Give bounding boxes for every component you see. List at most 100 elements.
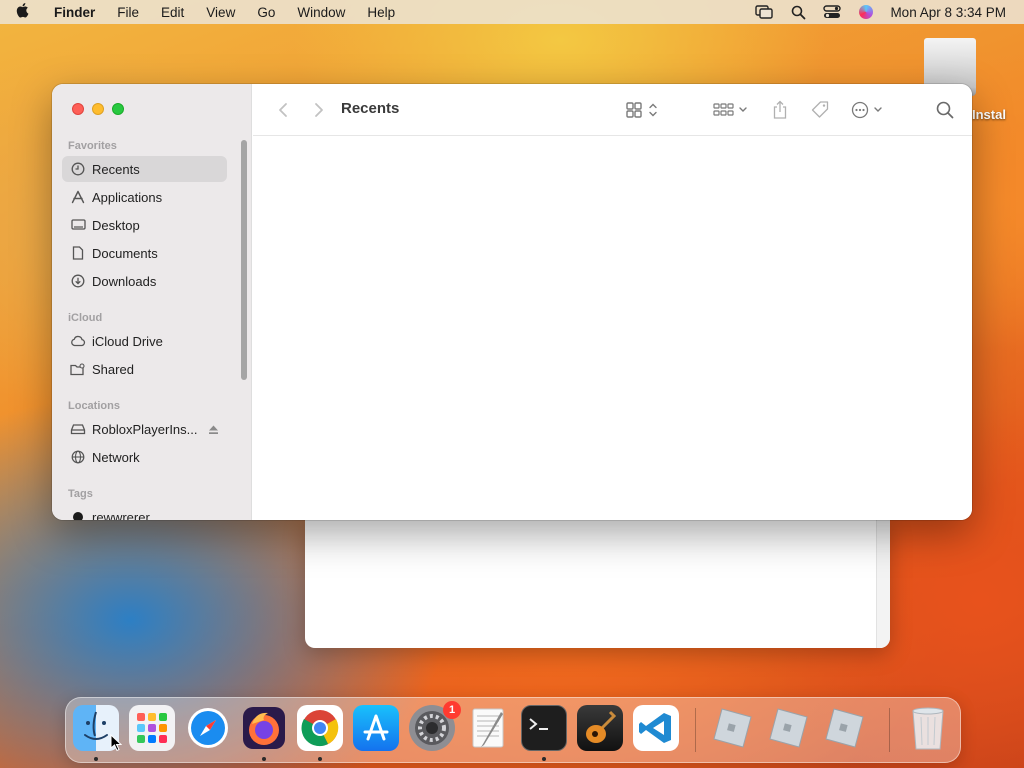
sidebar-item-recents[interactable]: Recents [62, 156, 227, 182]
zoom-button[interactable] [112, 103, 124, 115]
dock-textedit-icon[interactable] [465, 705, 511, 751]
view-mode-button[interactable] [623, 98, 663, 122]
sidebar-section-favorites: Favorites [68, 140, 117, 152]
tags-button[interactable] [807, 98, 833, 122]
dock-system-settings-icon[interactable]: 1 [409, 701, 461, 751]
share-button[interactable] [767, 98, 793, 122]
sidebar-section-icloud: iCloud [68, 312, 103, 324]
minimize-button[interactable] [92, 103, 104, 115]
sidebar-section-tags: Tags [68, 488, 93, 500]
sidebar-section-locations: Locations [68, 400, 120, 412]
tag-icon [811, 101, 829, 118]
menu-help[interactable]: Help [367, 5, 395, 20]
ellipsis-circle-icon [851, 101, 882, 119]
clock-icon [70, 161, 86, 177]
icon-grid-view-icon [626, 102, 657, 118]
sidebar-item-label: Downloads [92, 273, 157, 289]
back-button[interactable] [273, 98, 293, 122]
applications-icon [70, 189, 86, 205]
menu-file[interactable]: File [117, 5, 139, 20]
menu-bar-clock[interactable]: Mon Apr 8 3:34 PM [890, 5, 1006, 20]
group-grid-icon [713, 103, 747, 116]
finder-sidebar: Favorites Recents Applications Desktop D… [52, 84, 252, 520]
dock-garageband-icon[interactable] [577, 705, 623, 751]
sidebar-item-applications[interactable]: Applications [62, 184, 227, 210]
dock-app-store-icon[interactable] [353, 705, 399, 751]
sidebar-item-label: rewwrerer [92, 509, 150, 521]
menu-bar: Finder File Edit View Go Window Help Mon… [0, 0, 1024, 24]
sidebar-item-shared[interactable]: Shared [62, 356, 227, 382]
dock-separator [889, 708, 890, 752]
running-indicator [318, 757, 322, 761]
shared-folder-icon [70, 361, 86, 377]
desktop-icon [70, 217, 86, 233]
screen-mirroring-icon[interactable] [754, 4, 774, 20]
menu-edit[interactable]: Edit [161, 5, 184, 20]
sidebar-item-label: Desktop [92, 217, 140, 233]
dock-safari-icon[interactable] [185, 705, 231, 751]
sidebar-item-label: Shared [92, 361, 134, 377]
sidebar-item-label: Applications [92, 189, 163, 205]
share-icon [773, 100, 787, 119]
file-list-area[interactable] [253, 137, 972, 520]
desktop-disk-label: Instal [972, 107, 1006, 122]
download-icon [70, 273, 86, 289]
sidebar-item-tag[interactable]: rewwrerer [62, 504, 227, 520]
menu-window[interactable]: Window [297, 5, 345, 20]
siri-icon[interactable] [856, 4, 876, 20]
sidebar-item-label: Recents [92, 161, 140, 177]
running-indicator [262, 757, 266, 761]
document-icon [70, 245, 86, 261]
notification-badge: 1 [443, 701, 461, 719]
sidebar-item-desktop[interactable]: Desktop [62, 212, 227, 238]
dock-launchpad-icon[interactable] [129, 705, 175, 751]
menu-app-name[interactable]: Finder [54, 5, 95, 20]
sidebar-item-label: RobloxPlayerIns... [92, 421, 198, 437]
menu-view[interactable]: View [206, 5, 235, 20]
sidebar-item-documents[interactable]: Documents [62, 240, 227, 266]
sidebar-item-downloads[interactable]: Downloads [62, 268, 227, 294]
dock-separator [695, 708, 696, 752]
background-window[interactable] [305, 518, 890, 648]
dock: 1 [65, 697, 961, 763]
dock-trash-icon[interactable] [905, 705, 951, 751]
sidebar-item-label: Documents [92, 245, 158, 261]
chevron-left-icon [279, 103, 287, 117]
window-controls [72, 103, 132, 115]
control-center-icon[interactable] [822, 4, 842, 20]
forward-button[interactable] [309, 98, 329, 122]
sidebar-item-roblox-installer[interactable]: RobloxPlayerIns... [62, 416, 227, 442]
running-indicator [542, 757, 546, 761]
dock-roblox-icon[interactable] [821, 705, 867, 751]
dock-firefox-icon[interactable] [241, 705, 287, 751]
tag-color-dot-icon [70, 509, 86, 520]
spotlight-search-icon[interactable] [788, 4, 808, 20]
close-button[interactable] [72, 103, 84, 115]
eject-icon[interactable] [208, 423, 219, 438]
more-actions-button[interactable] [849, 98, 889, 122]
search-button[interactable] [933, 98, 957, 122]
group-by-button[interactable] [711, 98, 751, 122]
apple-menu-icon[interactable] [16, 2, 40, 22]
disk-icon [70, 421, 86, 437]
dock-roblox-icon[interactable] [765, 705, 811, 751]
chevron-right-icon [315, 103, 323, 117]
menu-go[interactable]: Go [257, 5, 275, 20]
mouse-cursor-icon [110, 733, 123, 757]
search-icon [936, 101, 954, 119]
dock-roblox-icon[interactable] [709, 705, 755, 751]
menu-bar-extras: Mon Apr 8 3:34 PM [740, 0, 1006, 24]
dock-vscode-icon[interactable] [633, 705, 679, 751]
window-title: Recents [341, 100, 400, 117]
background-window-scrollbar[interactable] [876, 518, 890, 648]
cloud-icon [70, 333, 86, 349]
finder-toolbar: Recents [253, 84, 972, 136]
sidebar-item-network[interactable]: Network [62, 444, 227, 470]
sidebar-scrollbar[interactable] [241, 140, 247, 380]
dock-terminal-icon[interactable] [521, 705, 567, 751]
sidebar-item-icloud-drive[interactable]: iCloud Drive [62, 328, 227, 354]
sidebar-item-label: Network [92, 449, 140, 465]
finder-window: Favorites Recents Applications Desktop D… [52, 84, 972, 520]
dock-chrome-icon[interactable] [297, 705, 343, 751]
globe-icon [70, 449, 86, 465]
